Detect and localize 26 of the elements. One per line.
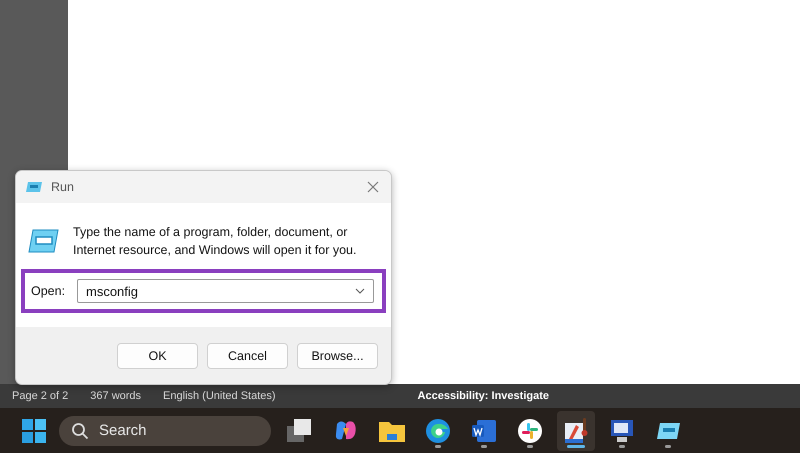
status-text: English (United States) — [163, 390, 276, 402]
open-label: Open: — [31, 284, 66, 298]
dropdown-caret-icon[interactable] — [355, 288, 365, 294]
dialog-message: Type the name of a program, folder, document, or Internet resource, and Windows will open it for you. — [73, 224, 358, 259]
thermometer-app-icon[interactable] — [563, 416, 589, 444]
edge-browser-icon[interactable] — [425, 418, 451, 444]
run-app-icon — [25, 181, 43, 193]
taskbar-app-button[interactable] — [557, 410, 595, 450]
run-app-icon — [27, 228, 59, 254]
word-document-icon[interactable] — [471, 418, 497, 444]
windows-start-icon[interactable] — [21, 418, 47, 444]
dialog-button[interactable]: Browse... — [297, 342, 378, 368]
open-combo-box[interactable]: msconfig — [77, 279, 374, 303]
search-field[interactable]: Search — [59, 416, 271, 446]
dialog-title: Run — [51, 180, 74, 194]
slack-logo-icon[interactable] — [517, 418, 543, 444]
dialog-button[interactable]: OK — [117, 342, 198, 368]
status-text: 367 words — [90, 390, 142, 402]
task-view-icon[interactable] — [286, 418, 314, 444]
search-icon — [71, 422, 89, 440]
status-text: Accessibility: Investigate — [418, 390, 549, 402]
run-app-icon[interactable] — [655, 420, 681, 440]
status-text: Page 2 of 2 — [12, 390, 68, 402]
computer-monitor-icon[interactable] — [609, 418, 635, 444]
close-icon[interactable] — [367, 181, 379, 193]
dialog-button[interactable]: Cancel — [207, 342, 288, 368]
